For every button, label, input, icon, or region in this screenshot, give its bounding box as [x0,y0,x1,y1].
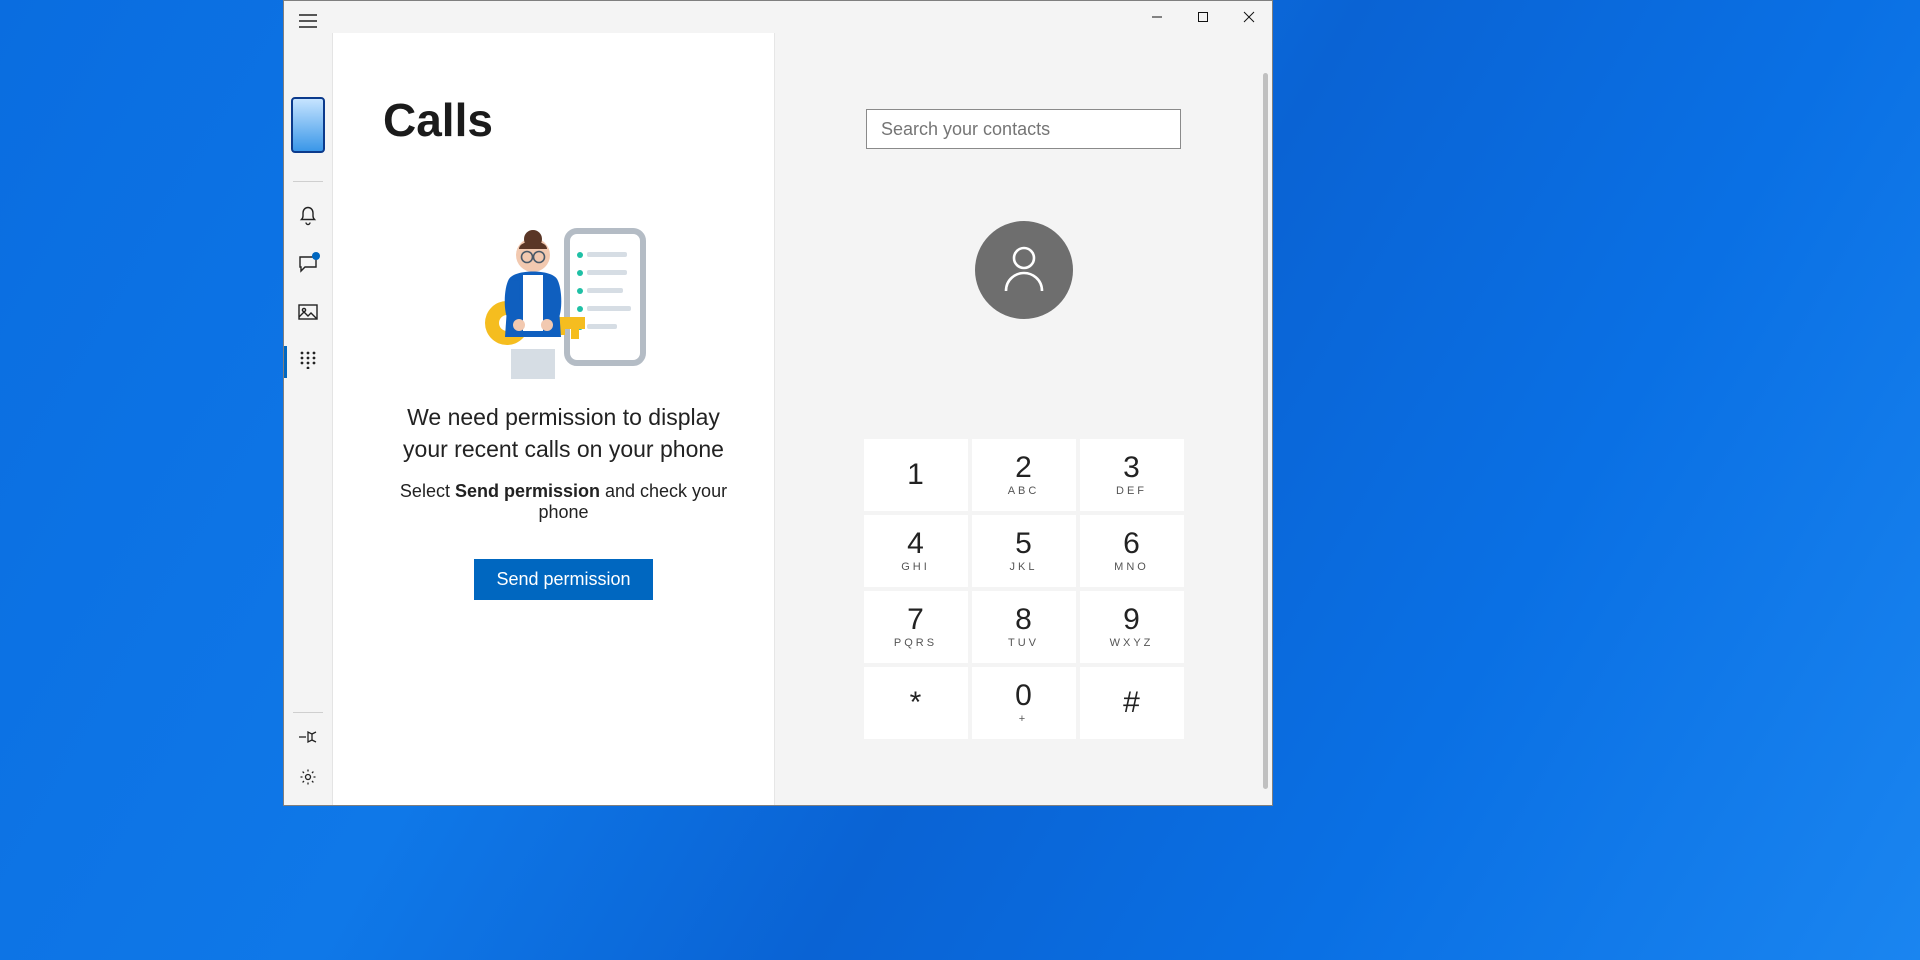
dialpad-letters: + [1019,713,1028,725]
dialpad-key-3[interactable]: 3 DEF [1080,439,1184,511]
dialpad-digit: * [910,688,922,718]
permission-subtext: Select Send permission and check your ph… [383,481,744,523]
dialpad-letters: MNO [1114,561,1149,573]
dialpad-digit: 8 [1015,605,1032,635]
dialpad-digit: 1 [907,460,924,490]
dialpad-key-7[interactable]: 7 PQRS [864,591,968,663]
nav-photos[interactable] [284,290,332,338]
dialpad-digit: # [1123,688,1140,718]
pin-icon [299,730,317,749]
nav-messages[interactable] [284,242,332,290]
dialpad-key-8[interactable]: 8 TUV [972,591,1076,663]
search-contacts-input[interactable] [866,109,1181,149]
dialpad-digit: 5 [1015,529,1032,559]
dialpad-letters: DEF [1116,485,1147,497]
dialpad: 12ABC3DEF4GHI5JKL6MNO7PQRS8TUV9WXYZ*0+# [864,439,1184,739]
rail-divider [293,181,323,182]
main-panel: Calls [333,33,774,805]
phone-device-thumb[interactable] [291,97,325,153]
contact-avatar-placeholder [975,221,1073,319]
dialpad-key-9[interactable]: 9 WXYZ [1080,591,1184,663]
nav-calls[interactable] [284,338,332,386]
titlebar [284,1,1272,33]
dialpad-letters: GHI [901,561,930,573]
hamburger-button[interactable] [284,1,332,41]
page-title: Calls [383,93,744,147]
permission-sub-pre: Select [400,481,455,501]
dialpad-key-star[interactable]: * [864,667,968,739]
rail-divider-bottom [293,712,323,713]
dialpad-key-6[interactable]: 6 MNO [1080,515,1184,587]
dialpad-key-2[interactable]: 2 ABC [972,439,1076,511]
dialpad-key-0[interactable]: 0+ [972,667,1076,739]
gear-icon [299,768,317,791]
permission-heading: We need permission to display your recen… [394,401,734,465]
app-window: Calls [283,0,1273,806]
bell-icon [299,206,317,231]
dialer-panel: 12ABC3DEF4GHI5JKL6MNO7PQRS8TUV9WXYZ*0+# [774,33,1272,805]
dialpad-key-1[interactable]: 1 [864,439,968,511]
send-permission-button[interactable]: Send permission [474,559,652,600]
dialpad-icon [300,351,316,374]
dialpad-digit: 6 [1123,529,1140,559]
close-button[interactable] [1226,1,1272,33]
dialpad-key-hash[interactable]: # [1080,667,1184,739]
dialpad-digit: 3 [1123,453,1140,483]
dialpad-letters: JKL [1010,561,1038,573]
dialpad-digit: 0 [1015,681,1032,711]
dialpad-key-4[interactable]: 4 GHI [864,515,968,587]
dialpad-letters: TUV [1008,637,1039,649]
maximize-button[interactable] [1180,1,1226,33]
dialpad-digit: 2 [1015,453,1032,483]
dialpad-letters: WXYZ [1110,637,1154,649]
dialpad-digit: 4 [907,529,924,559]
dialpad-letters: ABC [1008,485,1040,497]
person-icon [1001,243,1047,298]
settings-button[interactable] [284,759,332,799]
permission-illustration [479,227,649,387]
nav-notifications[interactable] [284,194,332,242]
pin-button[interactable] [284,719,332,759]
minimize-button[interactable] [1134,1,1180,33]
dialpad-digit: 7 [907,605,924,635]
dialpad-letters: PQRS [894,637,937,649]
unread-dot-icon [312,252,320,260]
scrollbar[interactable] [1263,73,1268,789]
dialpad-digit: 9 [1123,605,1140,635]
dialpad-key-5[interactable]: 5 JKL [972,515,1076,587]
permission-sub-bold: Send permission [455,481,600,501]
nav-rail [284,33,333,805]
photo-icon [298,304,318,325]
